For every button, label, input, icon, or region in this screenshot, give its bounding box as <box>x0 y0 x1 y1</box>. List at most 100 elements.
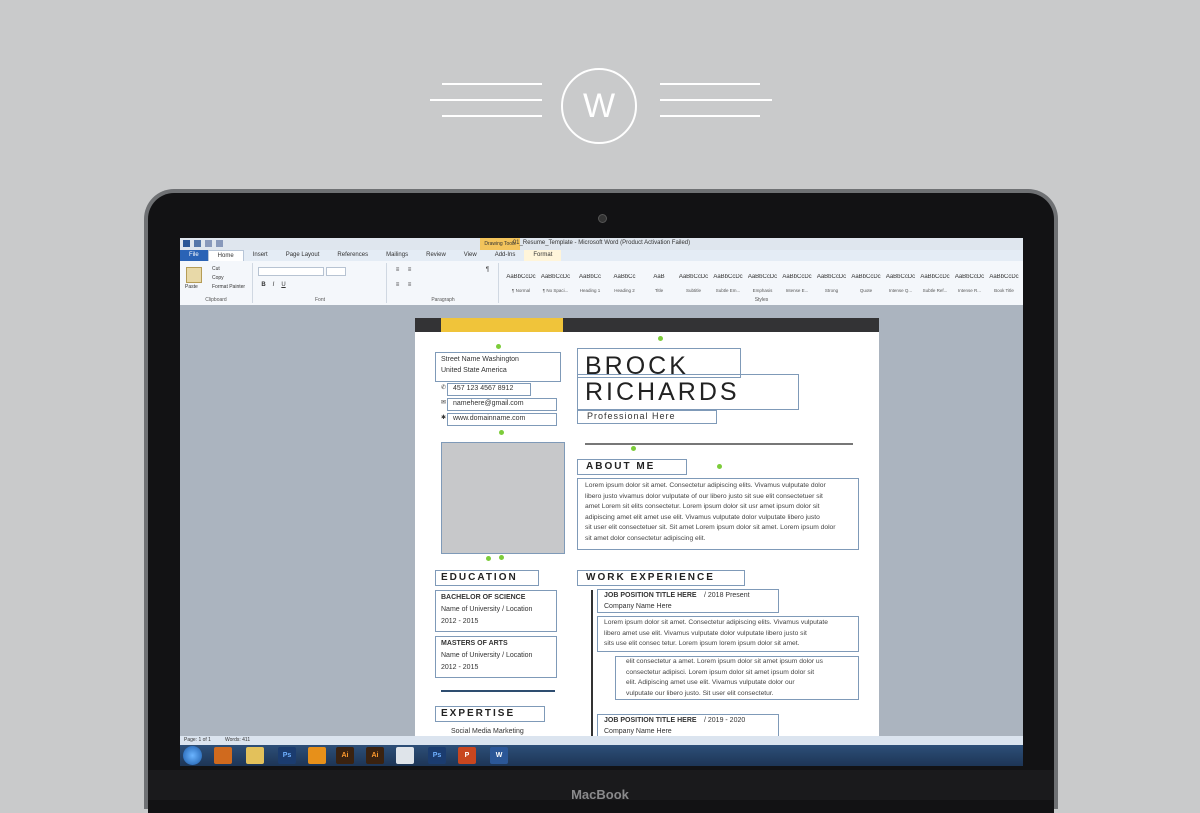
style-sample: AaBbCcDc <box>989 274 1019 280</box>
pilcrow-button[interactable]: ¶ <box>484 267 491 274</box>
tab-view[interactable]: View <box>455 250 486 261</box>
chrome-icon[interactable] <box>396 747 414 764</box>
style-item[interactable]: AaBbCc Heading 2 <box>608 266 642 296</box>
work-heading: WORK EXPERIENCE <box>586 572 715 583</box>
tab-mailings[interactable]: Mailings <box>377 250 417 261</box>
style-item[interactable]: AaBbCc Heading 1 <box>573 266 607 296</box>
tab-review[interactable]: Review <box>417 250 455 261</box>
style-sample: AaBbCcDc <box>885 274 916 280</box>
style-item[interactable]: AaBbCcDc ¶ No Spaci... <box>539 266 573 296</box>
address-line1: Street Name Washington <box>441 356 519 363</box>
tab-home[interactable]: Home <box>207 249 244 262</box>
style-item[interactable]: AaBbCcDc Intense Q... <box>884 266 918 296</box>
globe-icon: ✱ <box>440 415 447 421</box>
photoshop-icon-2[interactable]: Ps <box>428 747 446 764</box>
word-taskbar-icon[interactable]: W <box>490 747 508 764</box>
align-left-icon[interactable]: ≡ <box>394 282 401 289</box>
rotate-handle[interactable] <box>496 344 501 349</box>
styles-group: AaBbCcDc ¶ Normal AaBbCcDc ¶ No Spaci... AaB… <box>500 263 1023 303</box>
style-item[interactable]: AaBbCcDc Book Title <box>987 266 1021 296</box>
tab-add-ins[interactable]: Add-Ins <box>486 250 525 261</box>
paste-icon[interactable] <box>186 267 202 283</box>
style-name: Heading 2 <box>614 288 635 293</box>
photo-placeholder[interactable] <box>441 442 565 554</box>
style-name: Emphasis <box>752 288 773 293</box>
font-name-dropdown[interactable] <box>258 267 324 276</box>
job2-dates: / 2019 - 2020 <box>704 717 746 724</box>
profession: Professional Here <box>587 411 676 421</box>
about-line: amet Lorem sit elits consectetur. Lorem … <box>585 503 820 510</box>
paste-label[interactable]: Paste <box>185 284 198 290</box>
logo-letter: W <box>582 86 616 125</box>
tab-insert[interactable]: Insert <box>244 250 277 261</box>
format-painter-button[interactable]: Format Painter <box>212 284 245 290</box>
rotate-handle[interactable] <box>658 336 663 341</box>
style-name: Subtle Ref... <box>922 288 948 293</box>
edu2-title: MASTERS OF ARTS <box>441 640 508 647</box>
timeline-line <box>591 590 593 736</box>
rotate-handle[interactable] <box>717 464 722 469</box>
font-label: Font <box>314 297 325 303</box>
cut-button[interactable]: Cut <box>212 266 220 272</box>
start-button-icon[interactable] <box>183 746 202 765</box>
job1-title: JOB POSITION TITLE HERE <box>604 592 697 599</box>
tab-format[interactable]: Format <box>524 250 562 261</box>
copy-button[interactable]: Copy <box>212 275 224 281</box>
style-item[interactable]: AaBbCcDc Quote <box>849 266 883 296</box>
job1-bullets: elit consectetur a amet. Lorem ipsum dol… <box>626 657 823 699</box>
expertise-item: Social Media Marketing <box>451 728 524 735</box>
powerpoint-icon[interactable]: P <box>458 747 476 764</box>
italic-button[interactable]: I <box>270 282 277 289</box>
style-item[interactable]: AaBbCcDc Subtitle <box>677 266 711 296</box>
job1-line: libero amet use elit. Vivamus vulputate … <box>604 629 807 637</box>
align-center-icon[interactable]: ≡ <box>406 282 413 289</box>
about-text: Lorem ipsum dolor sit amet. Consectetur … <box>585 481 836 544</box>
job1-dates: / 2018 Present <box>704 592 750 599</box>
bullets-icon[interactable]: ≡ <box>394 267 401 274</box>
screen: Drawing Tools 01_Resume_Template - Micro… <box>180 238 1023 766</box>
firefox-icon[interactable] <box>214 747 232 764</box>
edu1-school: Name of University / Location <box>441 606 533 613</box>
style-item[interactable]: AaBbCcDc Emphasis <box>746 266 780 296</box>
style-sample: AaBbCcDc <box>920 274 950 280</box>
tab-page-layout[interactable]: Page Layout <box>277 250 329 261</box>
about-line: adipiscing amet elit amet use elit. Viva… <box>585 513 820 521</box>
folder-icon[interactable] <box>246 747 264 764</box>
tab-references[interactable]: References <box>328 250 377 261</box>
media-player-icon[interactable] <box>308 747 326 764</box>
style-item[interactable]: AaBbCcDc Intense E... <box>780 266 814 296</box>
photoshop-icon[interactable]: Ps <box>278 747 296 764</box>
ribbon: Paste Cut Copy Format Painter Clipboard … <box>180 261 1023 306</box>
status-bar: Page: 1 of 1 Words: 411 <box>180 736 1023 745</box>
style-item[interactable]: AaBbCcDc Subtle Em... <box>711 266 745 296</box>
education-heading: EDUCATION <box>441 572 518 583</box>
page-header-accent <box>441 318 563 332</box>
underline-button[interactable]: U <box>280 282 287 289</box>
phone-icon: ✆ <box>440 385 447 391</box>
illustrator-icon[interactable]: Ai <box>336 747 354 764</box>
window-title: 01_Resume_Template - Microsoft Word (Pro… <box>512 240 691 246</box>
bullet-item: vulputate our libero justo. Sit user eli… <box>626 689 774 697</box>
rotate-handle[interactable] <box>499 430 504 435</box>
about-line: sit amet dolor consectetur adipiscing el… <box>585 534 706 542</box>
rotate-handle[interactable] <box>486 556 491 561</box>
rotate-handle[interactable] <box>499 555 504 560</box>
camera-icon <box>598 214 607 223</box>
style-name: Intense E... <box>785 288 809 293</box>
style-item[interactable]: AaBbCcDc Strong <box>815 266 849 296</box>
numbering-icon[interactable]: ≡ <box>406 267 413 274</box>
rotate-handle[interactable] <box>631 446 636 451</box>
font-size-dropdown[interactable] <box>326 267 346 276</box>
style-item[interactable]: AaB Title <box>642 266 676 296</box>
illustrator-icon-2[interactable]: Ai <box>366 747 384 764</box>
style-item[interactable]: AaBbCcDc Intense R... <box>953 266 987 296</box>
tab-file[interactable]: File <box>180 250 208 261</box>
style-item[interactable]: AaBbCcDc ¶ Normal <box>504 266 538 296</box>
edu1-title: BACHELOR OF SCIENCE <box>441 594 526 601</box>
bold-button[interactable]: B <box>260 282 267 289</box>
about-line: sit user elit consectetuer sit. Sit amet… <box>585 524 836 531</box>
job1-line: sits use elit consec tetur. Lorem ipsum … <box>604 640 800 647</box>
style-sample: AaBbCcDc <box>713 274 743 280</box>
style-item[interactable]: AaBbCcDc Subtle Ref... <box>918 266 952 296</box>
style-name: Strong <box>824 288 839 293</box>
